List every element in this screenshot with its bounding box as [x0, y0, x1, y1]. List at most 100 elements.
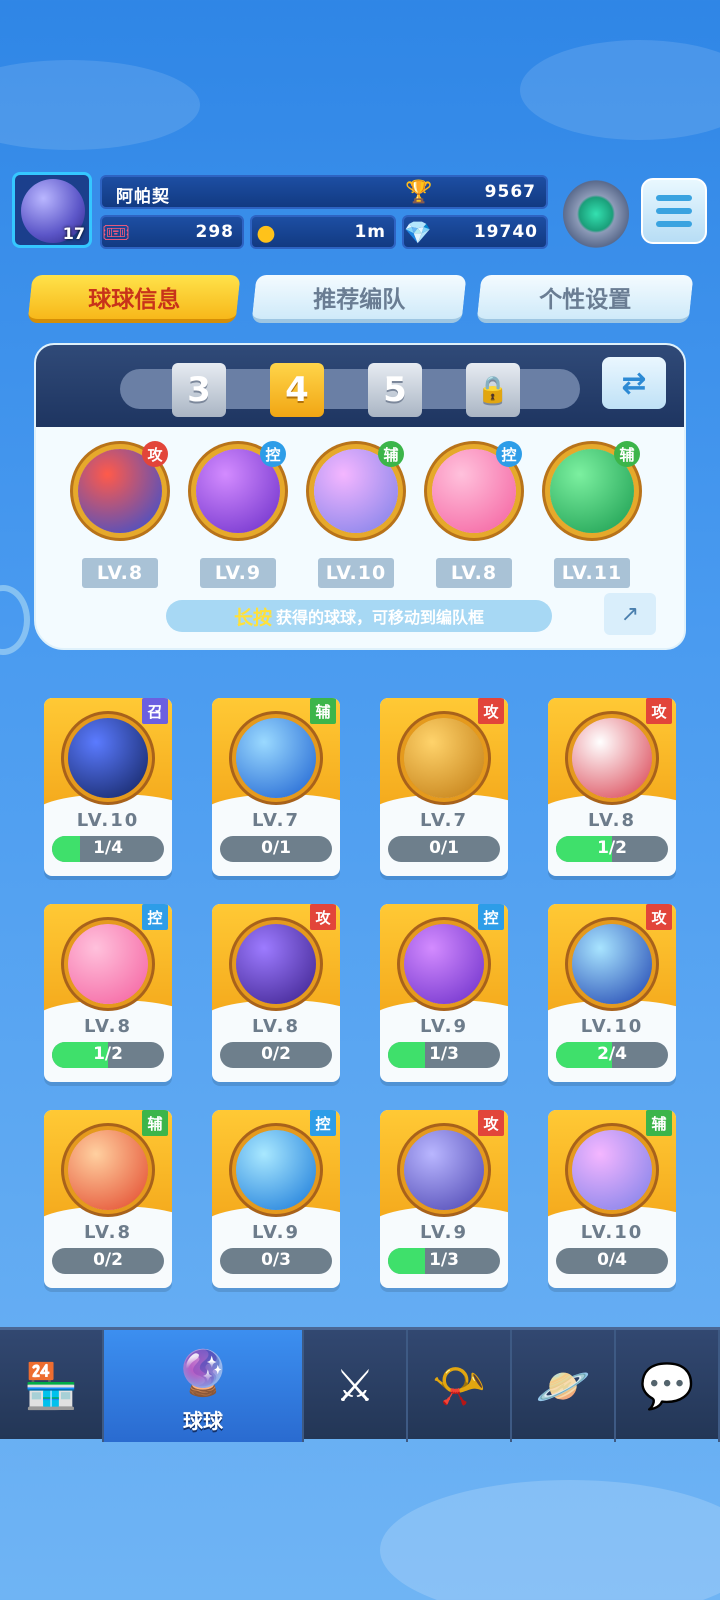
- butterfly-icon: [404, 924, 484, 1004]
- ball-level: LV.9: [420, 1222, 468, 1243]
- team-slot-header: 3 4 5 🔒 ⇄: [36, 345, 684, 427]
- gem-count: 19740: [473, 222, 538, 242]
- coin-add-icon[interactable]: ●: [248, 215, 284, 251]
- side-drawer-handle[interactable]: [0, 585, 30, 655]
- tab-label: 个性设置: [539, 287, 632, 313]
- menu-line: [656, 221, 692, 227]
- team-ball-1[interactable]: 攻: [70, 441, 170, 541]
- ball-type-tag: 控: [496, 441, 522, 467]
- swap-arrows-icon: ⇄: [621, 365, 647, 401]
- progress-text: 0/1: [429, 838, 459, 858]
- ball-level: LV.8: [84, 1016, 132, 1037]
- nav-planet[interactable]: 🪐: [512, 1330, 616, 1442]
- ball-card[interactable]: 控 LV.9 1/3: [380, 904, 508, 1082]
- whistle-icon: 📯: [431, 1361, 487, 1412]
- ball-card[interactable]: 辅 LV.8 0/2: [44, 1110, 172, 1288]
- tab-personal-settings[interactable]: 个性设置: [476, 275, 694, 323]
- nav-whistle[interactable]: 📯: [408, 1330, 512, 1442]
- tab-recommended-team[interactable]: 推荐编队: [251, 275, 467, 323]
- upgrade-progress-bar: 0/2: [220, 1042, 332, 1068]
- progress-text: 0/1: [261, 838, 291, 858]
- hint-emphasis: 长按: [233, 606, 272, 629]
- ball-type-tag: 控: [142, 904, 168, 930]
- ball-type-tag: 控: [260, 441, 286, 467]
- ball-card[interactable]: 攻 LV.9 1/3: [380, 1110, 508, 1288]
- share-icon: ↗: [620, 601, 640, 627]
- player-avatar[interactable]: 17: [12, 172, 92, 248]
- ball-type-tag: 攻: [646, 698, 672, 724]
- heart-icon: [68, 924, 148, 1004]
- nav-balls[interactable]: 🔮 球球: [104, 1330, 304, 1442]
- tab-ball-info[interactable]: 球球信息: [27, 275, 241, 323]
- progress-text: 0/2: [93, 1250, 123, 1270]
- team-ball-5[interactable]: 辅: [542, 441, 642, 541]
- ball-type-tag: 攻: [478, 1110, 504, 1136]
- team-ball-4[interactable]: 控: [424, 441, 524, 541]
- upgrade-progress-bar: 2/4: [556, 1042, 668, 1068]
- ball-card[interactable]: 攻 LV.10 2/4: [548, 904, 676, 1082]
- progress-text: 1/4: [93, 838, 123, 858]
- coin-count: 1m: [354, 222, 386, 242]
- nav-label: 球球: [183, 1409, 223, 1433]
- ball-card[interactable]: 攻 LV.8 0/2: [212, 904, 340, 1082]
- ball-card[interactable]: 控 LV.8 1/2: [44, 904, 172, 1082]
- upgrade-progress-bar: 1/4: [52, 836, 164, 862]
- ball-type-tag: 辅: [142, 1110, 168, 1136]
- player-name-bar: 阿帕契 🏆 9567: [100, 175, 548, 209]
- locked-slot-lock-icon[interactable]: 🔒: [466, 363, 520, 417]
- balls-icon: 🔮: [175, 1348, 231, 1399]
- ball-level: LV.9: [252, 1222, 300, 1243]
- team-ball-level: LV.10: [318, 558, 394, 588]
- upgrade-progress-bar: 1/3: [388, 1248, 500, 1274]
- gem-add-icon[interactable]: 💎: [400, 215, 436, 251]
- ball-type-tag: 控: [478, 904, 504, 930]
- ball-level: LV.7: [252, 810, 300, 831]
- shop-icon: 🏪: [23, 1361, 79, 1412]
- ball-level: LV.8: [84, 1222, 132, 1243]
- upgrade-progress-bar: 0/3: [220, 1248, 332, 1274]
- upgrade-progress-bar: 0/4: [556, 1248, 668, 1274]
- nav-crossed-swords[interactable]: ⚔: [304, 1330, 408, 1442]
- menu-button[interactable]: [641, 178, 707, 244]
- share-button[interactable]: ↗: [604, 593, 656, 635]
- ball-type-tag: 辅: [310, 698, 336, 724]
- ticket-count: 298: [195, 222, 234, 242]
- knight-helmet-icon: [404, 718, 484, 798]
- cloud-wave-icon: [236, 1130, 316, 1210]
- coin-bar[interactable]: ● 1m: [250, 215, 396, 249]
- nav-chat-heart[interactable]: 💬: [616, 1330, 720, 1442]
- menu-line: [656, 208, 692, 214]
- ball-level: LV.9: [420, 1016, 468, 1037]
- team-slot-4[interactable]: 4: [270, 363, 324, 417]
- progress-text: 1/3: [429, 1250, 459, 1270]
- team-slot-3[interactable]: 3: [172, 363, 226, 417]
- ball-level: LV.7: [420, 810, 468, 831]
- progress-text: 1/3: [429, 1044, 459, 1064]
- team-ball-level: LV.8: [436, 558, 512, 588]
- team-slot-5[interactable]: 5: [368, 363, 422, 417]
- team-ball-3[interactable]: 辅: [306, 441, 406, 541]
- ticket-add-icon[interactable]: 🎟: [98, 215, 134, 251]
- ball-card[interactable]: 辅 LV.7 0/1: [212, 698, 340, 876]
- swap-button[interactable]: ⇄: [602, 357, 666, 409]
- drag-hint: 长按 获得的球球，可移动到编队框: [166, 600, 552, 632]
- ball-level: LV.10: [76, 810, 140, 831]
- team-ball-level: LV.9: [200, 558, 276, 588]
- ball-card[interactable]: 召 LV.10 1/4: [44, 698, 172, 876]
- ball-card[interactable]: 控 LV.9 0/3: [212, 1110, 340, 1288]
- upgrade-progress-bar: 1/2: [52, 1042, 164, 1068]
- team-ball-2[interactable]: 控: [188, 441, 288, 541]
- sword-icon: [236, 924, 316, 1004]
- phoenix-icon: [68, 1130, 148, 1210]
- gem-bar[interactable]: 💎 19740: [402, 215, 548, 249]
- ball-level: LV.8: [252, 1016, 300, 1037]
- ball-type-tag: 辅: [646, 1110, 672, 1136]
- ticket-bar[interactable]: 🎟 298: [100, 215, 244, 249]
- ball-type-tag: 召: [142, 698, 168, 724]
- ball-type-tag: 攻: [646, 904, 672, 930]
- ball-card[interactable]: 辅 LV.10 0/4: [548, 1110, 676, 1288]
- ball-card[interactable]: 攻 LV.7 0/1: [380, 698, 508, 876]
- ball-card[interactable]: 攻 LV.8 1/2: [548, 698, 676, 876]
- nav-shop[interactable]: 🏪: [0, 1330, 104, 1442]
- rank-badge-icon[interactable]: [563, 180, 629, 248]
